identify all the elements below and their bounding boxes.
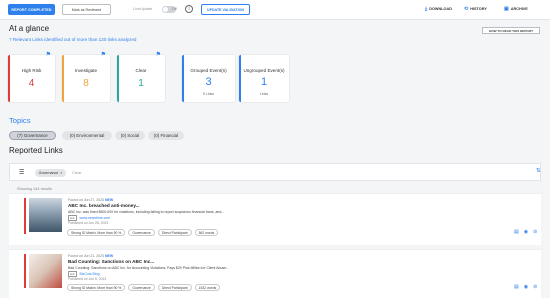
pin-icon: ⚑ [45, 52, 51, 58]
filter-bar: ☰ Governance × Clear ⇅ [9, 163, 541, 181]
history-button[interactable]: ⟲ HISTORY [464, 6, 487, 12]
update-validation-button[interactable]: UPDATE VALIDATION [201, 4, 250, 15]
archive-button[interactable]: ▣ ARCHIVE [504, 6, 528, 12]
toggle-state-label: Off [172, 7, 177, 11]
unlink-icon[interactable]: ⊘ [533, 284, 537, 290]
found-date: Found on Jun 21, 2023 NEW [68, 254, 114, 258]
article-snippet: Bad Counting: Sanctions on ABC Inc. for … [68, 266, 230, 270]
at-a-glance-heading: At a glance [9, 24, 50, 33]
topic-tag: Governance [128, 284, 155, 291]
download-button[interactable]: ⤓ DOWNLOAD [425, 6, 452, 12]
article-thumbnail[interactable] [29, 198, 62, 232]
list-item[interactable]: Found on Jun 21, 2023 NEW Bad Counting: … [9, 249, 541, 298]
ungrouped-events-links: Links [259, 92, 269, 96]
article-title[interactable]: Bad Counting: Sanctions on ABC Inc... [68, 259, 154, 264]
live-update-label: LiveUpdate [133, 7, 153, 11]
participant-tag: Direct Participant [157, 229, 192, 236]
pin-icon: ⚑ [100, 52, 106, 58]
reported-links-heading: Reported Links [9, 146, 63, 155]
history-icon: ⟲ [464, 6, 469, 12]
topics-heading: Topics [9, 116, 31, 125]
mark-reviewed-button[interactable]: Mark as Reviewed [62, 4, 111, 15]
results-count: Showing 144 results [17, 186, 53, 191]
article-tags: Strong ID Match: More than 90 % Governan… [67, 284, 221, 291]
found-date: Found on Jun 27, 2023 NEW [68, 198, 114, 202]
word-count-tag: 1532 words [194, 284, 221, 291]
high-risk-label: High Risk [21, 68, 42, 73]
ungrouped-events-label: Ungrouped Event(s) [243, 68, 285, 73]
top-toolbar: REPORT COMPLETED Mark as Reviewed LiveUp… [0, 0, 550, 20]
pin-icon: ⚑ [155, 52, 161, 58]
grouped-events-label: Grouped Event(s) [190, 68, 227, 73]
investigate-count: 8 [83, 78, 89, 89]
word-count-tag: 562 words [194, 229, 219, 236]
id-match-tag: Strong ID Match: More than 90 % [67, 284, 126, 291]
article-thumbnail[interactable] [29, 254, 62, 288]
unlink-icon[interactable]: ⊘ [533, 229, 537, 235]
topic-chip-environmental[interactable]: (0) Environmental [62, 131, 112, 140]
article-title[interactable]: ABC Inc. breached anti-money... [68, 203, 140, 208]
view-icon[interactable]: ◉ [524, 229, 528, 235]
risk-accent [24, 198, 26, 234]
high-risk-count: 4 [28, 78, 35, 89]
published-date: Published on Jun 28, 2023 [68, 221, 109, 225]
info-icon[interactable]: i [185, 5, 193, 13]
view-icon[interactable]: ◉ [524, 284, 528, 290]
relevant-links-text: Relevant Links identified out of more th… [12, 37, 137, 42]
topic-tag: Governance [128, 229, 155, 236]
download-label: DOWNLOAD [429, 7, 452, 11]
grouped-events-count: 3 [205, 76, 212, 88]
report-completed-button[interactable]: REPORT COMPLETED [8, 4, 55, 15]
source-link[interactable]: BizCuts Blog [80, 272, 100, 276]
active-filter-chip[interactable]: Governance × [35, 169, 66, 177]
id-match-tag: Strong ID Match: More than 90 % [67, 229, 126, 236]
note-icon[interactable]: ▤ [514, 229, 519, 235]
how-to-read-report-button[interactable]: HOW TO READ THIS REPORT [482, 27, 540, 34]
grouped-events-card[interactable]: Grouped Event(s) 3 5 Links [182, 55, 235, 102]
topic-chip-governance[interactable]: (7) Governance [9, 131, 56, 140]
close-icon[interactable]: × [60, 171, 62, 175]
risk-accent [24, 254, 26, 288]
archive-icon: ▣ [504, 6, 509, 12]
active-filter-label: Governance [38, 171, 59, 175]
published-date: Published on Jun 6, 2023 [68, 277, 107, 281]
question-icon: ? [9, 37, 12, 42]
ungrouped-events-count: 1 [260, 76, 268, 88]
note-icon[interactable]: ▤ [514, 284, 519, 290]
participant-tag: Direct Participant [157, 284, 192, 291]
clear-filters-link[interactable]: Clear [72, 170, 82, 175]
investigate-label: Investigate [74, 68, 98, 73]
clear-card[interactable]: ⚑ Clear 1 [117, 52, 165, 102]
article-snippet: ABC Inc. was fined $500,000 for violatio… [68, 210, 225, 214]
download-icon: ⤓ [425, 6, 428, 12]
item-actions: ▤ ◉ ⊘ [514, 284, 537, 290]
sort-icon[interactable]: ⇅ [536, 168, 541, 174]
clear-count: 1 [138, 78, 144, 89]
topic-chip-financial[interactable]: (0) Financial [148, 131, 184, 140]
archive-label: ARCHIVE [510, 7, 528, 11]
grouped-events-links: 5 Links [202, 92, 215, 96]
ungrouped-events-card[interactable]: Ungrouped Event(s) 1 Links [239, 55, 289, 102]
relevant-links-summary[interactable]: ? Relevant Links identified out of more … [9, 37, 136, 42]
source-link[interactable]: www.newstime.com [80, 216, 111, 220]
list-item[interactable]: Found on Jun 27, 2023 NEW ABC Inc. breac… [9, 193, 541, 245]
high-risk-card[interactable]: ⚑ High Risk 4 [8, 52, 55, 102]
history-label: HISTORY [470, 7, 487, 11]
investigate-card[interactable]: ⚑ Investigate 8 [62, 52, 110, 102]
item-actions: ▤ ◉ ⊘ [514, 229, 537, 235]
clear-label: Clear [135, 68, 147, 73]
topic-chip-social[interactable]: (0) Social [115, 131, 145, 140]
article-tags: Strong ID Match: More than 90 % Governan… [67, 229, 219, 236]
filter-icon[interactable]: ☰ [19, 169, 24, 176]
